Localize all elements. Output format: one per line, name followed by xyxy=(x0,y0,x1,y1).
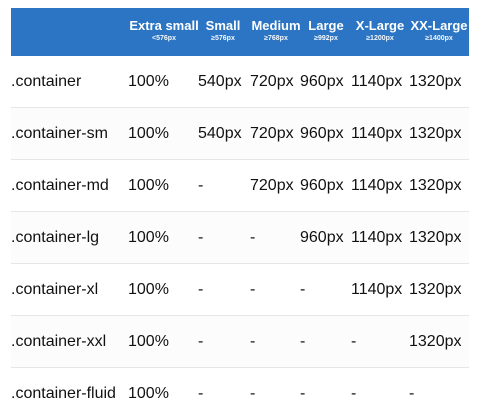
table-header: Extra small <576px Small ≥576px Medium ≥… xyxy=(11,8,469,56)
table-cell: 1320px xyxy=(409,333,462,350)
table-cell: 1140px xyxy=(351,73,403,90)
table-cell: 100% xyxy=(128,229,169,246)
table-cell: 720px xyxy=(250,177,294,194)
header-breakpoint-label: <576px xyxy=(152,35,176,42)
table-cell: 100% xyxy=(128,125,169,142)
header-breakpoint-label: ≥768px xyxy=(264,35,288,42)
table-cell: - xyxy=(198,229,204,246)
header-medium: Medium ≥768px xyxy=(247,18,305,44)
table-cell: 720px xyxy=(250,125,294,142)
table-cell: - xyxy=(300,333,306,350)
table-row: .container-sm 100% 540px 720px 960px 114… xyxy=(11,108,469,160)
row-class-label: .container xyxy=(11,73,82,90)
table-cell: 1320px xyxy=(409,281,462,298)
table-cell: - xyxy=(250,281,256,298)
table-row: .container-lg 100% - - 960px 1140px 1320… xyxy=(11,212,469,264)
table-cell: - xyxy=(198,333,204,350)
table-cell: - xyxy=(351,333,357,350)
table-cell: - xyxy=(300,385,306,402)
table-cell: 1140px xyxy=(351,177,403,194)
header-breakpoint-label: ≥992px xyxy=(314,35,338,42)
table-row: .container 100% 540px 720px 960px 1140px… xyxy=(11,56,469,108)
table-cell: - xyxy=(250,333,256,350)
table-cell: - xyxy=(300,281,306,298)
table-body: .container 100% 540px 720px 960px 1140px… xyxy=(11,56,469,414)
header-breakpoint-label: ≥576px xyxy=(211,35,235,42)
table-cell: 1320px xyxy=(409,125,462,142)
header-size-label: Medium xyxy=(251,18,301,33)
header-extra-small: Extra small <576px xyxy=(127,18,201,44)
table-cell: 100% xyxy=(128,333,169,350)
table-cell: - xyxy=(198,281,204,298)
table-row: .container-xl 100% - - - 1140px 1320px xyxy=(11,264,469,316)
header-size-label: Large xyxy=(308,18,344,33)
table-cell: - xyxy=(409,385,415,402)
table-cell: 1140px xyxy=(351,125,403,142)
header-x-large: X-Large ≥1200px xyxy=(351,18,409,44)
table-cell: 720px xyxy=(250,73,294,90)
header-breakpoint-label: ≥1400px xyxy=(425,35,453,42)
table-row: .container-xxl 100% - - - - 1320px xyxy=(11,316,469,368)
header-size-label: Extra small xyxy=(129,18,199,33)
table-cell: 960px xyxy=(300,73,344,90)
header-breakpoint-label: ≥1200px xyxy=(366,35,394,42)
row-class-label: .container-lg xyxy=(11,229,100,246)
table-cell: 1140px xyxy=(351,229,403,246)
table-cell: - xyxy=(250,385,256,402)
header-large: Large ≥992px xyxy=(301,18,351,44)
header-size-label: Small xyxy=(205,18,241,33)
table-cell: 100% xyxy=(128,385,169,402)
container-breakpoints-table: Extra small <576px Small ≥576px Medium ≥… xyxy=(0,0,484,414)
header-small: Small ≥576px xyxy=(199,18,247,44)
header-size-label: XX-Large xyxy=(410,18,468,33)
table-cell: - xyxy=(351,385,357,402)
table-cell: 960px xyxy=(300,177,344,194)
row-class-label: .container-fluid xyxy=(11,385,116,402)
table-cell: 1320px xyxy=(409,177,462,194)
row-class-label: .container-xxl xyxy=(11,333,107,350)
table-cell: - xyxy=(250,229,256,246)
table-cell: 960px xyxy=(300,125,344,142)
table-cell: 100% xyxy=(128,281,169,298)
header-xx-large: XX-Large ≥1400px xyxy=(409,18,469,44)
table-row: .container-fluid 100% - - - - - xyxy=(11,368,469,414)
table-row: .container-md 100% - 720px 960px 1140px … xyxy=(11,160,469,212)
table-cell: 1320px xyxy=(409,229,462,246)
table-cell: - xyxy=(198,385,204,402)
table-cell: 100% xyxy=(128,177,169,194)
table-cell: 540px xyxy=(198,125,242,142)
table-cell: 540px xyxy=(198,73,242,90)
row-class-label: .container-md xyxy=(11,177,109,194)
table-cell: - xyxy=(198,177,204,194)
header-size-label: X-Large xyxy=(355,18,405,33)
row-class-label: .container-sm xyxy=(11,125,108,142)
table-cell: 100% xyxy=(128,73,169,90)
table-cell: 1320px xyxy=(409,73,462,90)
table-cell: 1140px xyxy=(351,281,403,298)
table-cell: 960px xyxy=(300,229,344,246)
row-class-label: .container-xl xyxy=(11,281,99,298)
